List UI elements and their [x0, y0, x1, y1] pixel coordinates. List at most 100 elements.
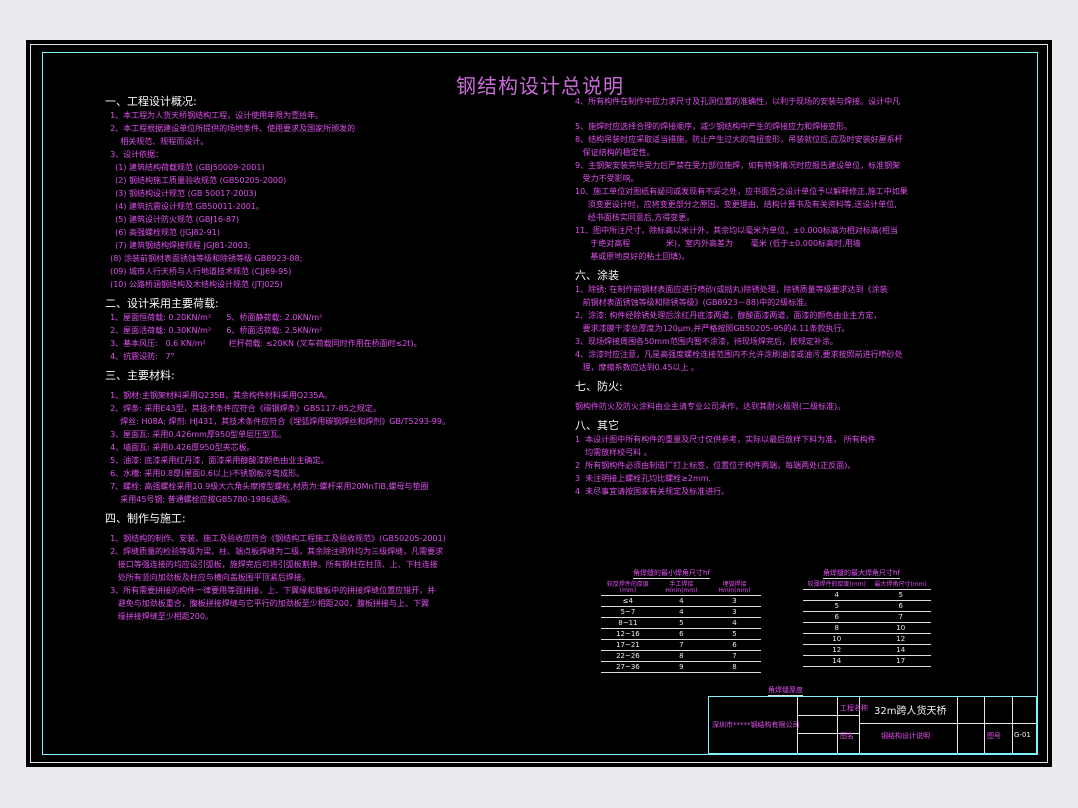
table-cell: 4 [707, 617, 761, 629]
section-heading: 六、涂装 [575, 269, 619, 282]
table-cell: 9 [654, 661, 708, 673]
right-notes-column: 4、所有构件在制作中应力求尺寸及孔洞位置的准确性，以利于现场的安装与焊接。设计中… [575, 95, 1015, 498]
note-line: 处所有竖向加劲板及柱应与横向盖板围平顶紧后焊接。 [105, 573, 310, 582]
sheet-number: G-01 [1014, 731, 1031, 739]
note-line: 4 未尽事宜请按国家有关规定及标准进行。 [575, 487, 730, 496]
note-line: 6、水槽: 采用0.8厚(屋面0.6以上)不锈钢板冷弯成形。 [105, 469, 305, 478]
table-cell: 14 [803, 655, 871, 667]
note-line: 3、现场焊接周围各50mm范围内暂不涂漆，待现场焊完后，按规定补涂。 [575, 337, 838, 346]
section-heading: 四、制作与施工: [105, 512, 186, 525]
section-heading: 二、设计采用主要荷载: [105, 297, 219, 310]
note-line: 9、主钢架安装完毕受力后严禁在受力部位施焊，如有特殊情况时应报告建设单位，标准钢… [575, 161, 901, 170]
note-line: 2、本工程根据建设单位所提供的场地条件、使用要求及国家所颁发的 [105, 124, 356, 133]
note-line: 经书面核实同意后,方得变更。 [575, 213, 695, 222]
note-line: 1、钢材:主钢架材料采用Q235B，其余构件材料采用Q235A。 [105, 391, 332, 400]
table-cell: 5~7 [601, 606, 655, 618]
table-cell: 5 [803, 600, 871, 612]
note-line: 1、钢结构的制作、安装、施工及验收应符合《钢结构工程施工及验收规范》(GB502… [105, 534, 446, 543]
drawing-name: 钢结构设计说明 [881, 732, 930, 740]
table-cell: ≤4 [601, 595, 655, 607]
note-line: 5、施焊时应选择合理的焊接顺序，减少钢结构中产生的焊接应力和焊接变形。 [575, 122, 853, 131]
note-line: 要求漆膜干漆总厚度为120μm,并严格按照GB50205-95的4.11条款执行… [575, 324, 850, 333]
table-cell: 10 [803, 633, 871, 645]
note-line: (5) 建筑设计防火规范 (GBJ16-87) [105, 215, 240, 224]
table-cell: 4 [803, 589, 871, 601]
note-line: 2、焊条: 采用E43型，其技术条件应符合《碳钢焊条》GB5117-85之规定。 [105, 404, 381, 413]
note-line: 采用45号钢; 普通螺栓应按GB5780-1986选购。 [105, 495, 295, 504]
note-line: 基或原地良好的粘土回填)。 [575, 252, 690, 261]
table-cell: 6 [803, 611, 871, 623]
note-line: 4、墙面瓦: 采用0.426厚950型夹芯板。 [105, 443, 255, 452]
table-header: 手工焊接Hmin(mm) [654, 581, 708, 596]
note-line: 3、设计依据： [105, 150, 164, 159]
table-row: 22~26 8 7 [601, 650, 761, 662]
note-line: 2、焊缝质量的检验等级为梁、柱、端点板焊缝为二级，其余除注明外均为三级焊缝，凡需… [105, 547, 444, 556]
table-row: 27~36 9 8 [601, 661, 761, 673]
note-line: 10、施工单位对图纸有疑问或发现有不妥之处，应书面告之设计单位予以解释修正,施工… [575, 187, 908, 196]
table-cell: 7 [870, 611, 931, 623]
table-header: 埋弧焊接Hmin(mm) [707, 581, 761, 596]
table-cell: 6 [870, 600, 931, 612]
note-line: 均需放样校弓料 。 [575, 448, 652, 457]
table-row: 14 17 [803, 655, 931, 667]
table-cell: 10 [870, 622, 931, 634]
note-line: 7、螺栓: 高强螺栓采用10.9级大六角头摩擦型螺栓,材质为:螺杆采用20MnT… [105, 482, 429, 491]
max-weld-size-table: 较薄焊件的厚度(mm) 最大焊角尺寸(mm) 4 5 5 6 6 7 8 10 10 12 12 14 14… [803, 581, 931, 667]
note-line: (3) 钢结构设计规范 (GB 50017-2003) [105, 189, 257, 198]
note-line: 3、屋面瓦: 采用0.426mm厚950型单层压型瓦。 [105, 430, 287, 439]
note-line: 缘拼接焊缝至少相距200。 [105, 612, 213, 621]
note-line: 避免与加劲板重合，腹板拼接焊缝与它平行的加劲板至少相距200，腹板拼接与上、下翼 [105, 599, 429, 608]
note-line: 前钢材表面锈蚀等级和除锈等级》(GB8923－88)中的2级标准。 [575, 298, 813, 307]
note-line: (2) 钢结构施工质量验收规范 (GB50205-2000) [105, 176, 287, 185]
table-row: 56 [803, 600, 931, 612]
table-row: 10 12 [803, 633, 931, 645]
table-row: 67 [803, 611, 931, 623]
note-line: (4) 建筑抗震设计规范 GB50011-2001。 [105, 202, 264, 211]
table-cell: 12 [803, 644, 871, 656]
table-note: 角焊缝厚度 [768, 686, 803, 696]
table-row: 8~11 5 4 [601, 617, 761, 629]
note-line: (8) 涂装前钢材表面锈蚀等级和除锈等级 GB8923-88; [105, 254, 303, 263]
table-cell: 4 [654, 595, 708, 607]
table-cell: 27~36 [601, 661, 655, 673]
table-cell: 22~26 [601, 650, 655, 662]
table-cell: 6 [654, 628, 708, 640]
note-line: 11、图中所注尺寸，除标高以米计外，其余均以毫米为单位，±0.000标高为相对标… [575, 226, 898, 235]
table-header: 较厚焊件的厚度(mm) [601, 581, 655, 596]
drawing-label: 图名 [840, 732, 854, 740]
note-line: 3 未注明接上螺栓孔均比螺栓≥2mm. [575, 474, 712, 483]
project-label: 工程名称 [840, 704, 868, 712]
note-line: 3、基本风压: 0.6 KN/m² 栏杆荷载: ≤20KN (叉车荷载同时作用在… [105, 339, 422, 348]
note-line: (7) 建筑钢结构焊接规程 JGJ81-2003; [105, 241, 251, 250]
table-cell: 8 [803, 622, 871, 634]
table-cell: 6 [707, 639, 761, 651]
table-row: 17~21 7 6 [601, 639, 761, 651]
note-line: 焊丝: H08A; 焊剂: HJ431，其技术条件应符合《埋弧焊用碳钢焊丝和焊剂… [105, 417, 450, 426]
table-cell: 7 [654, 639, 708, 651]
note-line: 4、所有构件在制作中应力求尺寸及孔洞位置的准确性，以利于现场的安装与焊接。设计中… [575, 97, 901, 106]
table-cell: 17 [870, 655, 931, 667]
company-name: 深圳市*****钢结构有限公司 [712, 721, 800, 729]
note-line: 相关规范、规程而设计。 [105, 137, 209, 146]
title-block: 深圳市*****钢结构有限公司 工程名称 32m跨人货天桥 图名 钢结构设计说明… [708, 696, 1037, 754]
table-row: 12 14 [803, 644, 931, 656]
table-cell: 12~16 [601, 628, 655, 640]
note-line: 2 所有钢构件必须由制造厂打上标签，位置位于构件两端，每端两处(正反面)。 [575, 461, 856, 470]
note-line: 2、屋面活荷载: 0.30KN/m² 6、桥面活荷载: 2.5KN/m² [105, 326, 323, 335]
note-line: 1 本设计图中所有构件的重量及尺寸仅供参考，实际以最后放样下料为准， 所有构件 [575, 435, 876, 444]
table-cell: 5 [707, 628, 761, 640]
table-cell: 7 [707, 650, 761, 662]
table-row: 12~16 6 5 [601, 628, 761, 640]
note-line: 8、结构吊装时应采取适当措施，防止产生过大的弯扭变形，吊装就位后,应及时安装好屋… [575, 135, 903, 144]
note-line: 接口等强连接的均应设引弧板，施焊完后可将引弧板割掉。所有钢柱在柱顶、上、下柱连接 [105, 560, 438, 569]
table-header: 最大焊角尺寸(mm) [870, 581, 931, 590]
note-line: 5、油漆: 底漆采用红丹漆，面漆采用醇酸漆颜色由业主确定。 [105, 456, 329, 465]
table2-caption: 角焊缝的最大焊角尺寸hf [823, 569, 900, 579]
table-cell: 8~11 [601, 617, 655, 629]
table-row: 45 [803, 589, 931, 601]
table-cell: 17~21 [601, 639, 655, 651]
note-line: 2、涂漆: 构件经除锈处理后涂红丹底漆两道，醇酸面漆两道，面漆的颜色由业主方定， [575, 311, 882, 320]
note-line: 须变更设计时，应将变更部分之原因、变更理由、结构计算书及有关资料等,送设计单位, [575, 200, 897, 209]
note-line: (09) 城市人行天桥与人行地道技术规范 (CJJ69-95) [105, 267, 292, 276]
note-line: 1、屋面恒荷载: 0.20KN/m² 5、桥面静荷载: 2.0KN/m² [105, 313, 323, 322]
